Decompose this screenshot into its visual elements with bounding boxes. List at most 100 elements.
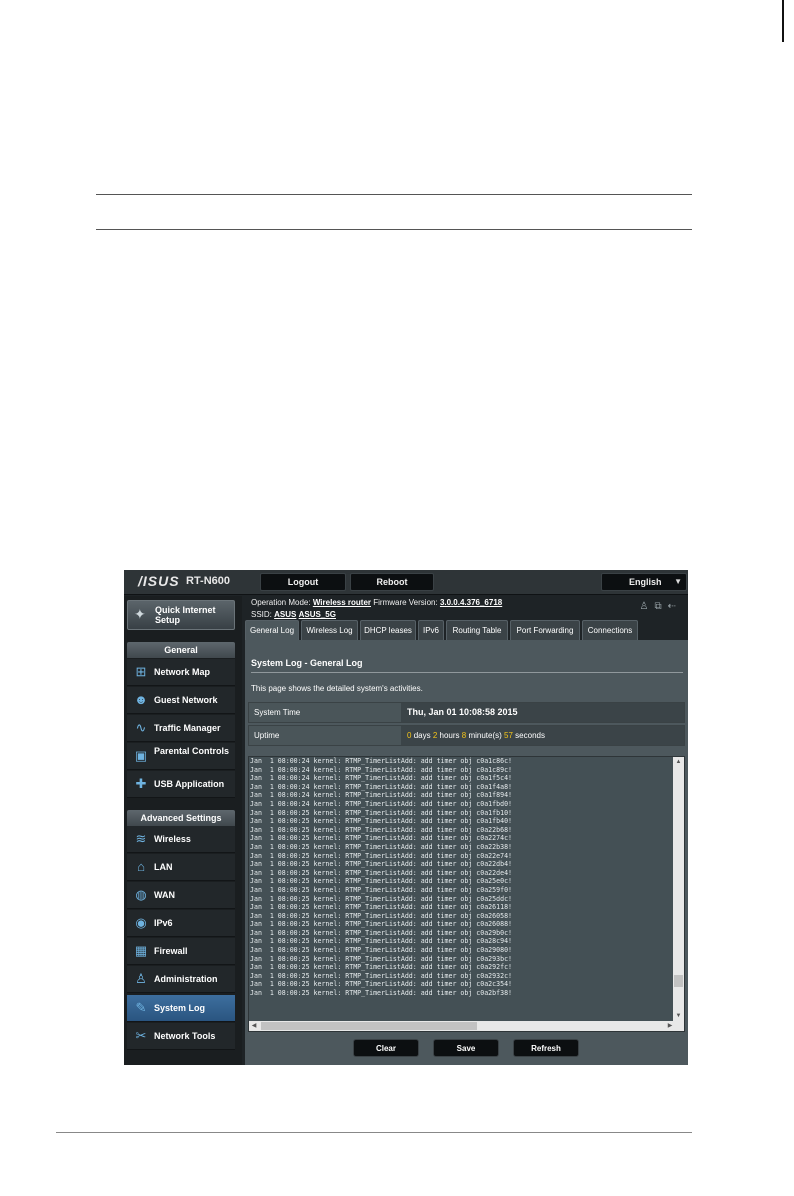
quick-setup-label: Quick Internet Setup bbox=[155, 605, 216, 625]
scroll-right-icon[interactable]: ▶ bbox=[665, 1021, 675, 1031]
sidebar-item-traffic-manager[interactable]: ∿ Traffic Manager bbox=[127, 715, 235, 742]
log-icon: ✎ bbox=[135, 1000, 147, 1015]
tab-dhcp-leases[interactable]: DHCP leases bbox=[360, 620, 416, 640]
sidebar-item-guest-network[interactable]: ☻ Guest Network bbox=[127, 687, 235, 714]
log-line: Jan 1 08:00:25 kernel: RTMP_TimerListAdd… bbox=[250, 834, 513, 843]
system-time-label: System Time bbox=[249, 703, 401, 722]
sidebar-item-network-map[interactable]: ⊞ Network Map bbox=[127, 659, 235, 686]
log-line: Jan 1 08:00:25 kernel: RTMP_TimerListAdd… bbox=[250, 920, 513, 929]
panel-title: System Log - General Log bbox=[251, 658, 363, 668]
top-bar: /ISUS RT-N600 Logout Reboot English ▼ bbox=[124, 570, 688, 595]
home-icon: ⌂ bbox=[137, 859, 145, 874]
divider-top bbox=[96, 194, 692, 195]
log-line: Jan 1 08:00:25 kernel: RTMP_TimerListAdd… bbox=[250, 963, 513, 972]
sidebar-item-wireless[interactable]: ≋ Wireless bbox=[127, 826, 235, 853]
log-line: Jan 1 08:00:25 kernel: RTMP_TimerListAdd… bbox=[250, 851, 513, 860]
main-content: Operation Mode: Wireless router Firmware… bbox=[244, 596, 688, 1065]
sidebar-item-label: Traffic Manager bbox=[154, 723, 221, 733]
tab-wireless-log[interactable]: Wireless Log bbox=[301, 620, 358, 640]
log-line: Jan 1 08:00:25 kernel: RTMP_TimerListAdd… bbox=[250, 903, 513, 912]
language-select[interactable]: English ▼ bbox=[601, 573, 687, 591]
lock-icon: ▣ bbox=[134, 748, 148, 763]
uptime-value: 0 days 2 hours 8 minute(s) 57 seconds bbox=[401, 726, 684, 745]
tab-connections[interactable]: Connections bbox=[582, 620, 638, 640]
sidebar-item-parental-controls[interactable]: ▣ Parental Controls bbox=[127, 743, 235, 770]
ssid-24g-link[interactable]: ASUS bbox=[274, 610, 296, 619]
sidebar-item-usb-application[interactable]: ✚ USB Application bbox=[127, 771, 235, 798]
globe-icon: ◍ bbox=[135, 887, 147, 902]
sidebar-item-label: Parental Controls bbox=[154, 746, 230, 756]
sidebar-item-label: Wireless bbox=[154, 834, 191, 844]
log-line: Jan 1 08:00:25 kernel: RTMP_TimerListAdd… bbox=[250, 928, 513, 937]
vertical-scrollbar[interactable]: ▲ ▼ bbox=[673, 757, 684, 1021]
log-line: Jan 1 08:00:25 kernel: RTMP_TimerListAdd… bbox=[250, 817, 513, 826]
horizontal-scrollbar[interactable]: ◀ ▶ bbox=[249, 1021, 684, 1031]
sidebar-item-system-log[interactable]: ✎ System Log bbox=[127, 995, 235, 1022]
reboot-button[interactable]: Reboot bbox=[350, 573, 434, 591]
uptime-seconds: 57 bbox=[504, 731, 513, 740]
tab-ipv6[interactable]: IPv6 bbox=[418, 620, 444, 640]
sidebar-item-firewall[interactable]: ▦ Firewall bbox=[127, 938, 235, 965]
client-status-icon[interactable]: ♙ bbox=[640, 601, 655, 612]
tab-routing-table[interactable]: Routing Table bbox=[446, 620, 508, 640]
log-textarea[interactable]: Jan 1 08:00:24 kernel: RTMP_TimerListAdd… bbox=[248, 756, 685, 1032]
panel-description: This page shows the detailed system's ac… bbox=[251, 684, 423, 693]
sidebar-item-wan[interactable]: ◍ WAN bbox=[127, 882, 235, 909]
log-line: Jan 1 08:00:25 kernel: RTMP_TimerListAdd… bbox=[250, 954, 513, 963]
sidebar-item-network-tools[interactable]: ✂ Network Tools bbox=[127, 1023, 235, 1050]
router-admin-screenshot: /ISUS RT-N600 Logout Reboot English ▼ ✦ … bbox=[124, 570, 688, 1065]
traffic-manager-icon: ∿ bbox=[135, 720, 147, 735]
operation-mode-link[interactable]: Wireless router bbox=[313, 598, 371, 607]
usb-status-icon[interactable]: ⧉ bbox=[654, 601, 667, 612]
horizontal-scroll-thumb[interactable] bbox=[261, 1022, 477, 1030]
divider-second bbox=[96, 229, 692, 230]
tab-general-log[interactable]: General Log bbox=[245, 620, 299, 640]
network-status-icon[interactable]: ⇠ bbox=[668, 601, 682, 612]
sidebar-item-lan[interactable]: ⌂ LAN bbox=[127, 854, 235, 881]
system-time-row: System Time Thu, Jan 01 10:08:58 2015 bbox=[248, 702, 685, 723]
uptime-minutes: 8 bbox=[461, 731, 467, 740]
sidebar-item-label: Network Map bbox=[154, 667, 211, 677]
scroll-left-icon[interactable]: ◀ bbox=[249, 1021, 259, 1031]
log-line: Jan 1 08:00:24 kernel: RTMP_TimerListAdd… bbox=[250, 757, 513, 765]
quick-internet-setup-button[interactable]: ✦ Quick Internet Setup bbox=[127, 600, 235, 630]
advanced-settings-header: Advanced Settings bbox=[127, 810, 235, 826]
tab-port-forwarding[interactable]: Port Forwarding bbox=[510, 620, 580, 640]
sidebar-item-label: IPv6 bbox=[154, 918, 173, 928]
firmware-link[interactable]: 3.0.0.4.376_6718 bbox=[440, 598, 502, 607]
operation-mode-label: Operation Mode: bbox=[251, 598, 311, 607]
log-line: Jan 1 08:00:25 kernel: RTMP_TimerListAdd… bbox=[250, 937, 513, 946]
uptime-hours-label: hours bbox=[439, 731, 460, 740]
log-line: Jan 1 08:00:25 kernel: RTMP_TimerListAdd… bbox=[250, 877, 513, 886]
sidebar-item-label: Guest Network bbox=[154, 695, 218, 705]
clear-button[interactable]: Clear bbox=[353, 1039, 419, 1057]
ssid-5g-link[interactable]: ASUS_5G bbox=[299, 610, 336, 619]
wifi-icon: ≋ bbox=[135, 831, 147, 846]
sidebar-item-label: LAN bbox=[154, 862, 173, 872]
log-line: Jan 1 08:00:25 kernel: RTMP_TimerListAdd… bbox=[250, 860, 513, 869]
vertical-scroll-thumb[interactable] bbox=[674, 975, 683, 987]
scroll-up-icon[interactable]: ▲ bbox=[673, 757, 684, 767]
save-button[interactable]: Save bbox=[433, 1039, 499, 1057]
log-line: Jan 1 08:00:24 kernel: RTMP_TimerListAdd… bbox=[250, 782, 513, 791]
refresh-button[interactable]: Refresh bbox=[513, 1039, 579, 1057]
sidebar-item-ipv6[interactable]: ◉ IPv6 bbox=[127, 910, 235, 937]
log-line: Jan 1 08:00:25 kernel: RTMP_TimerListAdd… bbox=[250, 842, 513, 851]
sidebar-item-administration[interactable]: ♙ Administration bbox=[127, 966, 235, 993]
sidebar-item-label: WAN bbox=[154, 890, 175, 900]
log-line: Jan 1 08:00:25 kernel: RTMP_TimerListAdd… bbox=[250, 868, 513, 877]
uptime-days: 0 bbox=[407, 731, 412, 740]
log-line: Jan 1 08:00:25 kernel: RTMP_TimerListAdd… bbox=[250, 808, 513, 817]
log-lines: Jan 1 08:00:24 kernel: RTMP_TimerListAdd… bbox=[250, 757, 670, 998]
sidebar-item-label: USB Application bbox=[154, 779, 225, 789]
scroll-down-icon[interactable]: ▼ bbox=[673, 1011, 684, 1021]
log-line: Jan 1 08:00:25 kernel: RTMP_TimerListAdd… bbox=[250, 989, 513, 998]
ipv6-icon: ◉ bbox=[135, 915, 147, 930]
title-divider bbox=[251, 672, 683, 673]
log-line: Jan 1 08:00:24 kernel: RTMP_TimerListAdd… bbox=[250, 799, 513, 808]
sidebar-item-label: Firewall bbox=[154, 946, 188, 956]
uptime-seconds-label: seconds bbox=[515, 731, 545, 740]
logout-button[interactable]: Logout bbox=[260, 573, 346, 591]
language-value: English bbox=[629, 577, 662, 587]
sidebar: ✦ Quick Internet Setup General ⊞ Network… bbox=[124, 596, 242, 1065]
